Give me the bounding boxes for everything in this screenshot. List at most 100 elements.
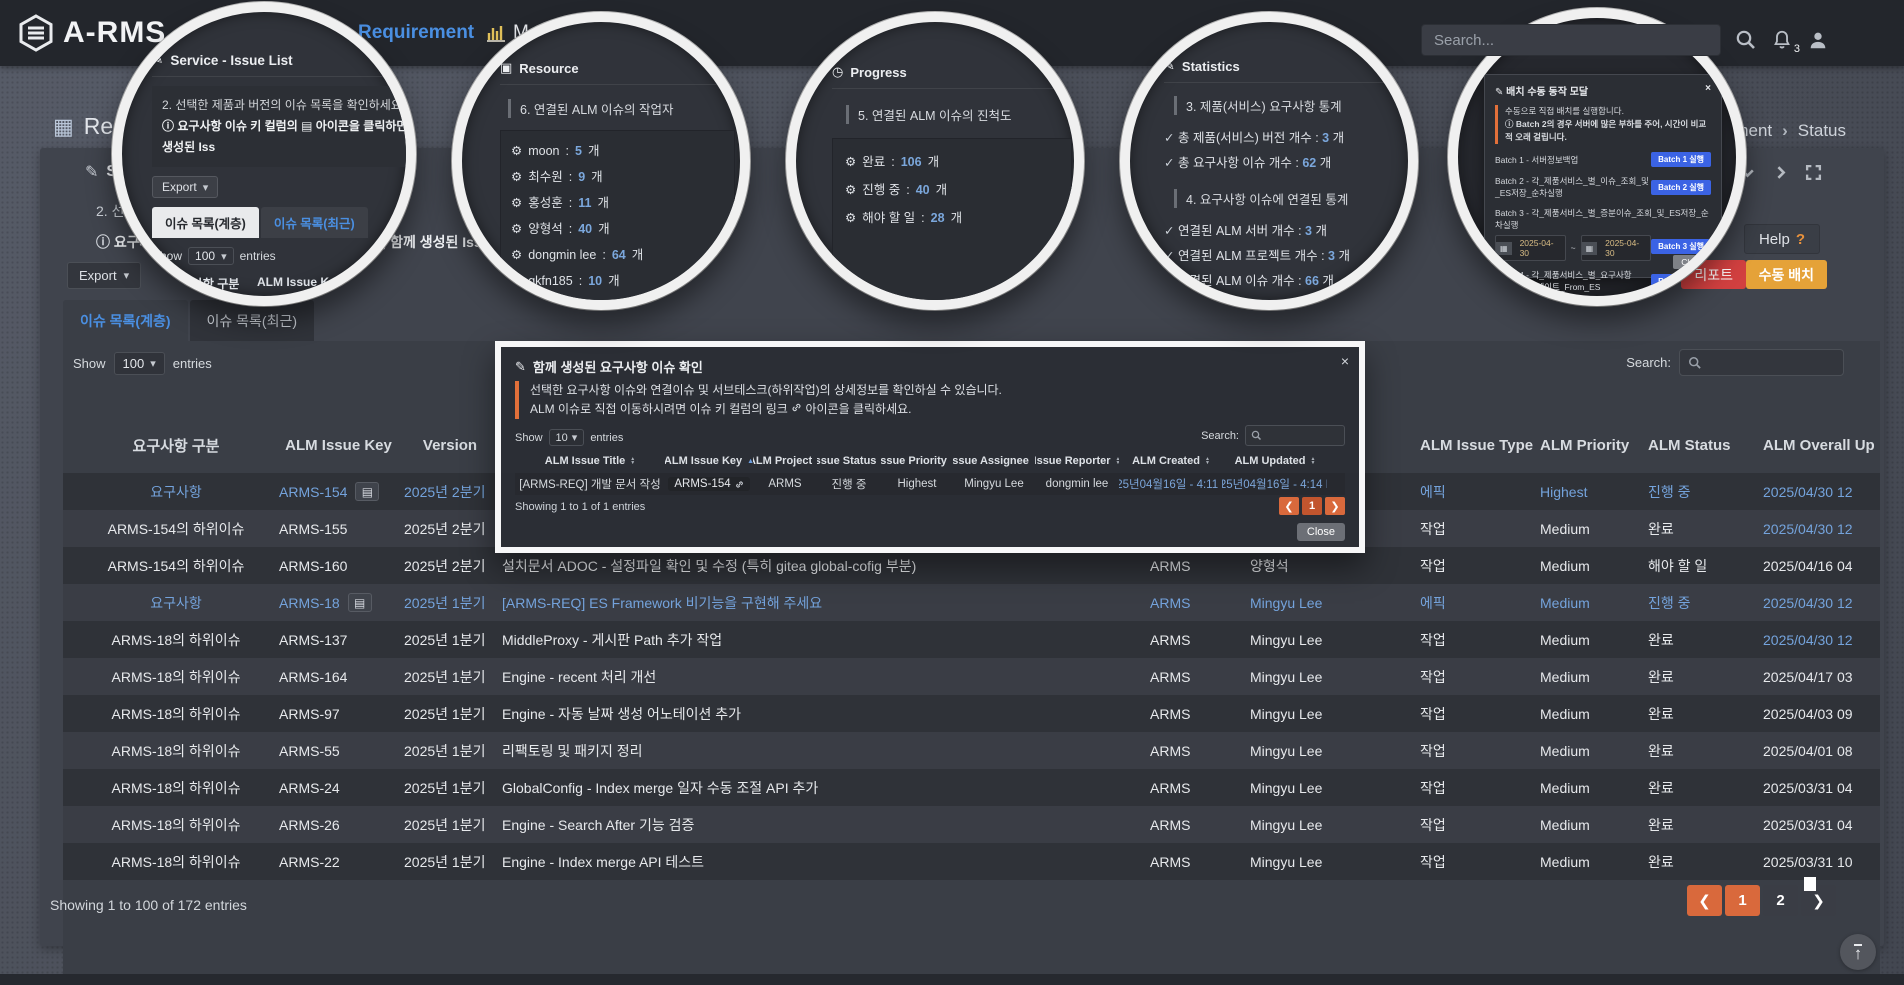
close-icon[interactable]: × — [1341, 353, 1349, 369]
batch-row-4: Batch 4 - 각_제품서비스_별_요구사항_Status_업데이트_Fro… — [1495, 269, 1711, 293]
calendar-icon: ▦ — [1582, 242, 1598, 255]
pencil-square-icon: ✎ — [1495, 87, 1503, 98]
notification-bell-icon[interactable]: 3 — [1771, 29, 1793, 51]
global-search-input[interactable] — [1421, 24, 1721, 56]
app-root: A-RMS Requirement Monitoring 3 Requireme… — [0, 0, 1904, 985]
issue-key-cell[interactable]: ARMS-55 — [279, 743, 404, 759]
alm-issue-link[interactable]: ARMS-154 — [668, 477, 749, 491]
gear-icon: ⚙ — [845, 176, 856, 204]
pagination-page-1[interactable]: 1 — [1725, 885, 1760, 916]
table-row[interactable]: ARMS-18의 하위이슈 ARMS-22 2025년 1분기 Engine -… — [63, 843, 1880, 880]
gear-icon: ⚙ — [845, 204, 856, 232]
modal-pagination-prev[interactable]: ❮ — [1279, 497, 1299, 515]
issue-key-cell[interactable]: ARMS-154▤ — [279, 482, 404, 501]
modal-close-button[interactable]: Close — [1297, 523, 1345, 541]
col-header[interactable]: ALM Priority — [1540, 437, 1648, 454]
col-header[interactable]: ALM Overall Up — [1763, 437, 1880, 454]
expand-icon[interactable] — [1805, 164, 1822, 181]
modal-footer-status: Showing 1 to 1 of 1 entries — [515, 501, 645, 513]
resource-item: ⚙moon : 5 개 — [511, 138, 724, 164]
tab-issue-list-recent[interactable]: 이슈 목록(최근) — [190, 300, 315, 341]
brand[interactable]: A-RMS — [18, 14, 166, 52]
info-icon: ⓘ — [96, 234, 110, 250]
gear-icon: ⚙ — [511, 268, 522, 294]
modal-pagination-next[interactable]: ❯ — [1325, 497, 1345, 515]
batch-1-run-button[interactable]: Batch 1 실행 — [1651, 152, 1711, 167]
issue-key-cell[interactable]: ARMS-155 — [279, 521, 404, 537]
chevron-right-icon: › — [1782, 121, 1788, 141]
nav-item-requirement[interactable]: Requirement — [358, 22, 474, 44]
export-button[interactable]: Export — [67, 262, 141, 289]
table-row[interactable]: ARMS-18의 하위이슈 ARMS-164 2025년 1분기 Engine … — [63, 658, 1880, 695]
horizontal-scrollbar-thumb[interactable] — [1804, 877, 1816, 891]
col-header[interactable]: 요구사항 구분 — [79, 435, 279, 456]
tab-issue-list-recent[interactable]: 이슈 목록(최근) — [261, 207, 368, 238]
page-size-select[interactable]: 100 — [188, 247, 234, 265]
lens-panel-title: ✎ Statistics — [1164, 58, 1414, 83]
user-avatar-icon[interactable] — [1807, 29, 1829, 51]
modal-info-callout: 선택한 요구사항 이슈와 연결이슈 및 서브테스크(하위작업)의 상세정보를 확… — [515, 381, 1002, 419]
notification-badge: 3 — [1794, 43, 1800, 55]
batch-date-to[interactable]: ▦2025-04-30 — [1581, 235, 1652, 261]
batch-4-run-button[interactable]: Batch 4 실행 — [1651, 274, 1711, 289]
modal-page-size-select[interactable]: 10 — [549, 429, 585, 446]
table-row[interactable]: ARMS-18의 하위이슈 ARMS-24 2025년 1분기 GlobalCo… — [63, 769, 1880, 806]
batch-2-run-button[interactable]: Batch 2 실행 — [1651, 180, 1711, 195]
table-row[interactable]: ARMS-18의 하위이슈 ARMS-137 2025년 1분기 MiddleP… — [63, 621, 1880, 658]
modal-search-input[interactable] — [1245, 425, 1345, 446]
batch-close-button[interactable]: Close — [1673, 255, 1711, 269]
batch-row-3: Batch 3 - 각_제품서비스_별_증분이슈_조회_및_ES저장_순차실행 — [1495, 207, 1711, 231]
batch-info-callout: 수동으로 직접 배치를 실행합니다. ⓘ Batch 2의 경우 서버에 많은 … — [1495, 105, 1711, 144]
check-icon: ✓ — [1164, 156, 1174, 170]
batch-3-run-button[interactable]: Batch 3 실행 — [1651, 239, 1711, 254]
sort-icon — [630, 457, 635, 465]
chevron-right-icon[interactable] — [1772, 164, 1789, 181]
lens-panel-title: ✎ Service - Issue List — [152, 52, 416, 77]
batch-modal-title: ✎ 배치 수동 동작 모달 — [1495, 83, 1588, 98]
issue-key-cell[interactable]: ARMS-22 — [279, 854, 404, 870]
batch-date-from[interactable]: ▦2025-04-30 — [1495, 235, 1566, 261]
breadcrumb-current: Status — [1798, 121, 1846, 141]
modal-table-row[interactable]: [ARMS-REQ] 개발 문서 작성 ARMS-154 ARMS 진행 중 H… — [515, 473, 1345, 495]
table-row[interactable]: ARMS-18의 하위이슈 ARMS-97 2025년 1분기 Engine -… — [63, 695, 1880, 732]
issue-key-cell[interactable]: ARMS-137 — [279, 632, 404, 648]
search-icon — [1251, 430, 1262, 441]
col-header[interactable]: ALM Issue Type — [1420, 437, 1540, 454]
scroll-to-top-button[interactable]: ↑ — [1840, 934, 1876, 970]
table-row[interactable]: ARMS-18의 하위이슈 ARMS-55 2025년 1분기 리팩토링 및 패… — [63, 732, 1880, 769]
resource-item: ⚙dongmin lee : 64 개 — [511, 242, 724, 268]
gear-icon: ⚙ — [511, 138, 522, 164]
pagination-prev-button[interactable]: ❮ — [1687, 885, 1722, 916]
gear-icon: ⚙ — [511, 216, 522, 242]
issue-list-icon[interactable]: ▤ — [355, 482, 379, 501]
export-button[interactable]: Export — [152, 176, 218, 198]
issue-key-cell[interactable]: ARMS-24 — [279, 780, 404, 796]
issue-list-icon[interactable]: ▤ — [348, 593, 372, 612]
modal-pagination-page-1[interactable]: 1 — [1302, 497, 1322, 515]
close-icon[interactable]: × — [1705, 83, 1711, 98]
resource-item: ⚙gkfn185 : 10 개 — [511, 268, 724, 294]
search-icon — [1688, 356, 1702, 370]
check-icon: ✓ — [1164, 224, 1174, 238]
table-row[interactable]: 요구사항 ARMS-18▤ 2025년 1분기 [ARMS-REQ] ES Fr… — [63, 584, 1880, 621]
magnifier-lens-statistics: ✎ Statistics 3. 제품(서비스) 요구사항 통계 ✓ 총 제품(서… — [1120, 12, 1418, 310]
page-size-select[interactable]: 100 — [114, 352, 165, 375]
issue-key-cell[interactable]: ARMS-160 — [279, 558, 404, 574]
tab-issue-list-hierarchy[interactable]: 이슈 목록(계층) — [63, 300, 188, 341]
issue-key-cell[interactable]: ARMS-164 — [279, 669, 404, 685]
link-icon — [735, 480, 744, 489]
table-row[interactable]: ARMS-18의 하위이슈 ARMS-26 2025년 1분기 Engine -… — [63, 806, 1880, 843]
issue-key-cell[interactable]: ARMS-18▤ — [279, 593, 404, 612]
col-header[interactable]: ALM Status — [1648, 437, 1763, 454]
manual-batch-button[interactable]: 수동 배치 — [1746, 260, 1827, 289]
search-icon[interactable] — [1735, 29, 1757, 51]
table-search-input[interactable] — [1679, 349, 1844, 376]
col-header[interactable]: Version — [404, 437, 502, 454]
help-button[interactable]: Help? — [1744, 224, 1820, 254]
issue-key-cell[interactable]: ARMS-97 — [279, 706, 404, 722]
brand-logo-icon — [18, 14, 54, 52]
pagination-page-2[interactable]: 2 — [1763, 885, 1798, 916]
col-header[interactable]: ALM Issue Key — [279, 437, 404, 454]
tab-issue-list-hierarchy[interactable]: 이슈 목록(계층) — [152, 207, 259, 238]
issue-key-cell[interactable]: ARMS-26 — [279, 817, 404, 833]
